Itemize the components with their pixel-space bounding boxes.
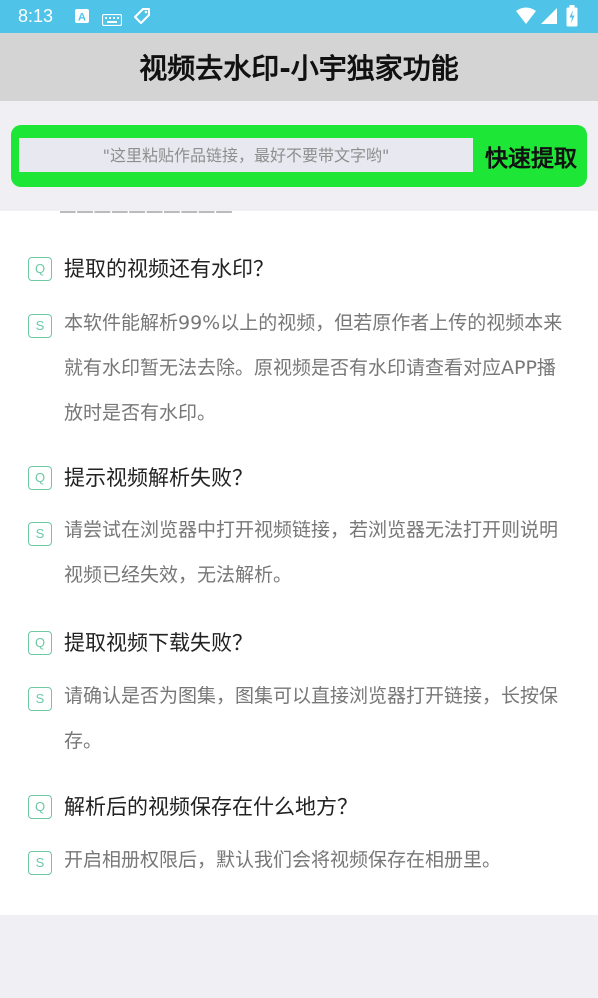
faq-question: 提取视频下载失败？ (64, 631, 253, 655)
quick-extract-button[interactable]: 快速提取 (479, 137, 583, 175)
answer-badge: S (28, 687, 52, 711)
link-input-bar: 快速提取 (11, 125, 587, 187)
answer-badge: S (28, 851, 52, 875)
faq-panel[interactable]: ▆▆▆▆▆▆▆▆▆▆ Q 提取的视频还有水印？ S 本软件能解析99%以上的视频… (0, 211, 598, 915)
faq-answer: 请确认是否为图集，图集可以直接浏览器打开链接，长按保存。 (64, 685, 559, 752)
cut-off-text: ▆▆▆▆▆▆▆▆▆▆ (60, 211, 280, 213)
answer-badge: S (28, 522, 52, 546)
question-badge: Q (28, 257, 52, 281)
faq-question: 提示视频解析失败？ (64, 466, 253, 490)
faq-answer: 请尝试在浏览器中打开视频链接，若浏览器无法打开则说明视频已经失效，无法解析。 (64, 519, 559, 586)
answer-badge: S (28, 314, 52, 338)
battery-charging-icon (566, 5, 578, 31)
faq-answer: 开启相册权限后，默认我们会将视频保存在相册里。 (64, 849, 502, 871)
keyboard-a-icon: A (74, 8, 90, 28)
wifi-icon (516, 7, 536, 29)
status-bar: 8:13 A (0, 0, 598, 33)
status-time: 8:13 (18, 6, 54, 26)
tag-icon (132, 6, 152, 30)
faq-question: 解析后的视频保存在什么地方？ (64, 795, 358, 819)
svg-text:A: A (78, 12, 86, 24)
faq-answer: 本软件能解析99%以上的视频，但若原作者上传的视频本来就有水印暂无法去除。原视频… (64, 312, 563, 424)
signal-icon (540, 7, 558, 29)
question-badge: Q (28, 795, 52, 819)
page-title: 视频去水印-小宇独家功能 (139, 52, 459, 85)
link-input[interactable] (19, 138, 473, 172)
question-badge: Q (28, 466, 52, 490)
keyboard-icon (101, 11, 123, 30)
title-bar: 视频去水印-小宇独家功能 (0, 33, 598, 101)
faq-question: 提取的视频还有水印？ (64, 257, 274, 281)
question-badge: Q (28, 631, 52, 655)
